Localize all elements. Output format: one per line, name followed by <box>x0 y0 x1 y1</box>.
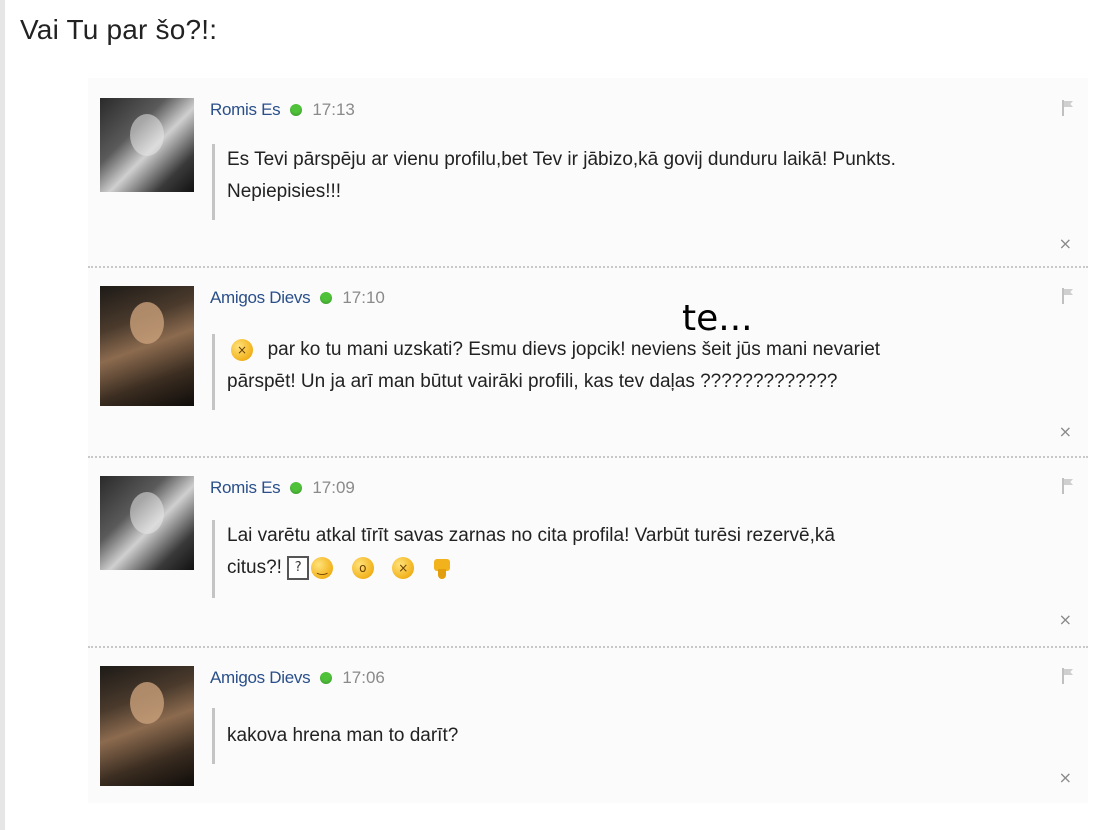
avatar[interactable] <box>100 666 194 786</box>
avatar[interactable] <box>100 476 194 570</box>
flag-icon[interactable] <box>1060 478 1074 494</box>
comment-meta: Romis Es 17:09 <box>210 476 355 500</box>
author-link[interactable]: Romis Es <box>210 478 281 498</box>
timestamp: 17:09 <box>312 478 355 497</box>
online-status-icon <box>320 292 333 304</box>
online-status-icon <box>320 672 333 684</box>
comment-line: citus?! <box>227 557 282 578</box>
comment-line: par ko tu mani uzskati? Esmu dievs jopci… <box>267 339 881 360</box>
comment-post: Amigos Dievs 17:10 × par ko tu mani uzsk… <box>88 268 1088 458</box>
comment-line: Nepiepisies!!! <box>227 181 342 202</box>
author-link[interactable]: Amigos Dievs <box>210 668 311 688</box>
comment-text: × par ko tu mani uzskati? Esmu dievs jop… <box>212 334 1067 410</box>
crying-emoji-icon: × <box>392 556 415 579</box>
comment-line: pārspēt! Un ja arī man būtut vairāki pro… <box>227 371 838 392</box>
flag-icon[interactable] <box>1060 100 1074 116</box>
online-status-icon <box>290 482 303 494</box>
comment-line: Lai varētu atkal tīrīt savas zarnas no c… <box>227 525 835 546</box>
overlay-note: te... <box>682 298 753 339</box>
timestamp: 17:13 <box>312 100 355 119</box>
comment-text: Lai varētu atkal tīrīt savas zarnas no c… <box>212 520 1067 598</box>
flag-icon[interactable] <box>1060 288 1074 304</box>
online-status-icon <box>290 104 303 116</box>
close-icon[interactable]: × <box>1059 770 1072 786</box>
comment-text: kakova hrena man to darīt? <box>212 708 1067 764</box>
comment-meta: Romis Es 17:13 <box>210 98 355 122</box>
comment-post: Romis Es 17:13 Es Tevi pārspēju ar vienu… <box>88 78 1088 268</box>
close-icon[interactable]: × <box>1059 424 1072 440</box>
flag-icon[interactable] <box>1060 668 1074 684</box>
avatar[interactable] <box>100 98 194 192</box>
crying-emoji-icon: × <box>231 338 253 361</box>
close-icon[interactable]: × <box>1059 612 1072 628</box>
comment-meta: Amigos Dievs 17:10 <box>210 286 385 310</box>
left-border <box>0 0 5 830</box>
comment-meta: Amigos Dievs 17:06 <box>210 666 385 690</box>
timestamp: 17:06 <box>342 668 385 687</box>
comment-post: Romis Es 17:09 Lai varētu atkal tīrīt sa… <box>88 458 1088 648</box>
close-icon[interactable]: × <box>1059 236 1072 252</box>
question-box-icon: ? <box>287 555 310 580</box>
author-link[interactable]: Romis Es <box>210 100 281 120</box>
page-title: Vai Tu par šo?!: <box>20 14 218 45</box>
confused-emoji-icon: ‿ <box>311 556 334 579</box>
comment-line: Es Tevi pārspēju ar vienu profilu,bet Te… <box>227 149 896 170</box>
thumbs-down-icon <box>432 557 452 579</box>
timestamp: 17:10 <box>342 288 385 307</box>
author-link[interactable]: Amigos Dievs <box>210 288 311 308</box>
shocked-emoji-icon: o <box>351 556 374 579</box>
comment-post: Amigos Dievs 17:06 kakova hrena man to d… <box>88 648 1088 803</box>
avatar[interactable] <box>100 286 194 406</box>
comment-feed: Romis Es 17:13 Es Tevi pārspēju ar vienu… <box>88 78 1088 803</box>
comment-line: kakova hrena man to darīt? <box>227 725 459 746</box>
comment-text: Es Tevi pārspēju ar vienu profilu,bet Te… <box>212 144 1067 220</box>
